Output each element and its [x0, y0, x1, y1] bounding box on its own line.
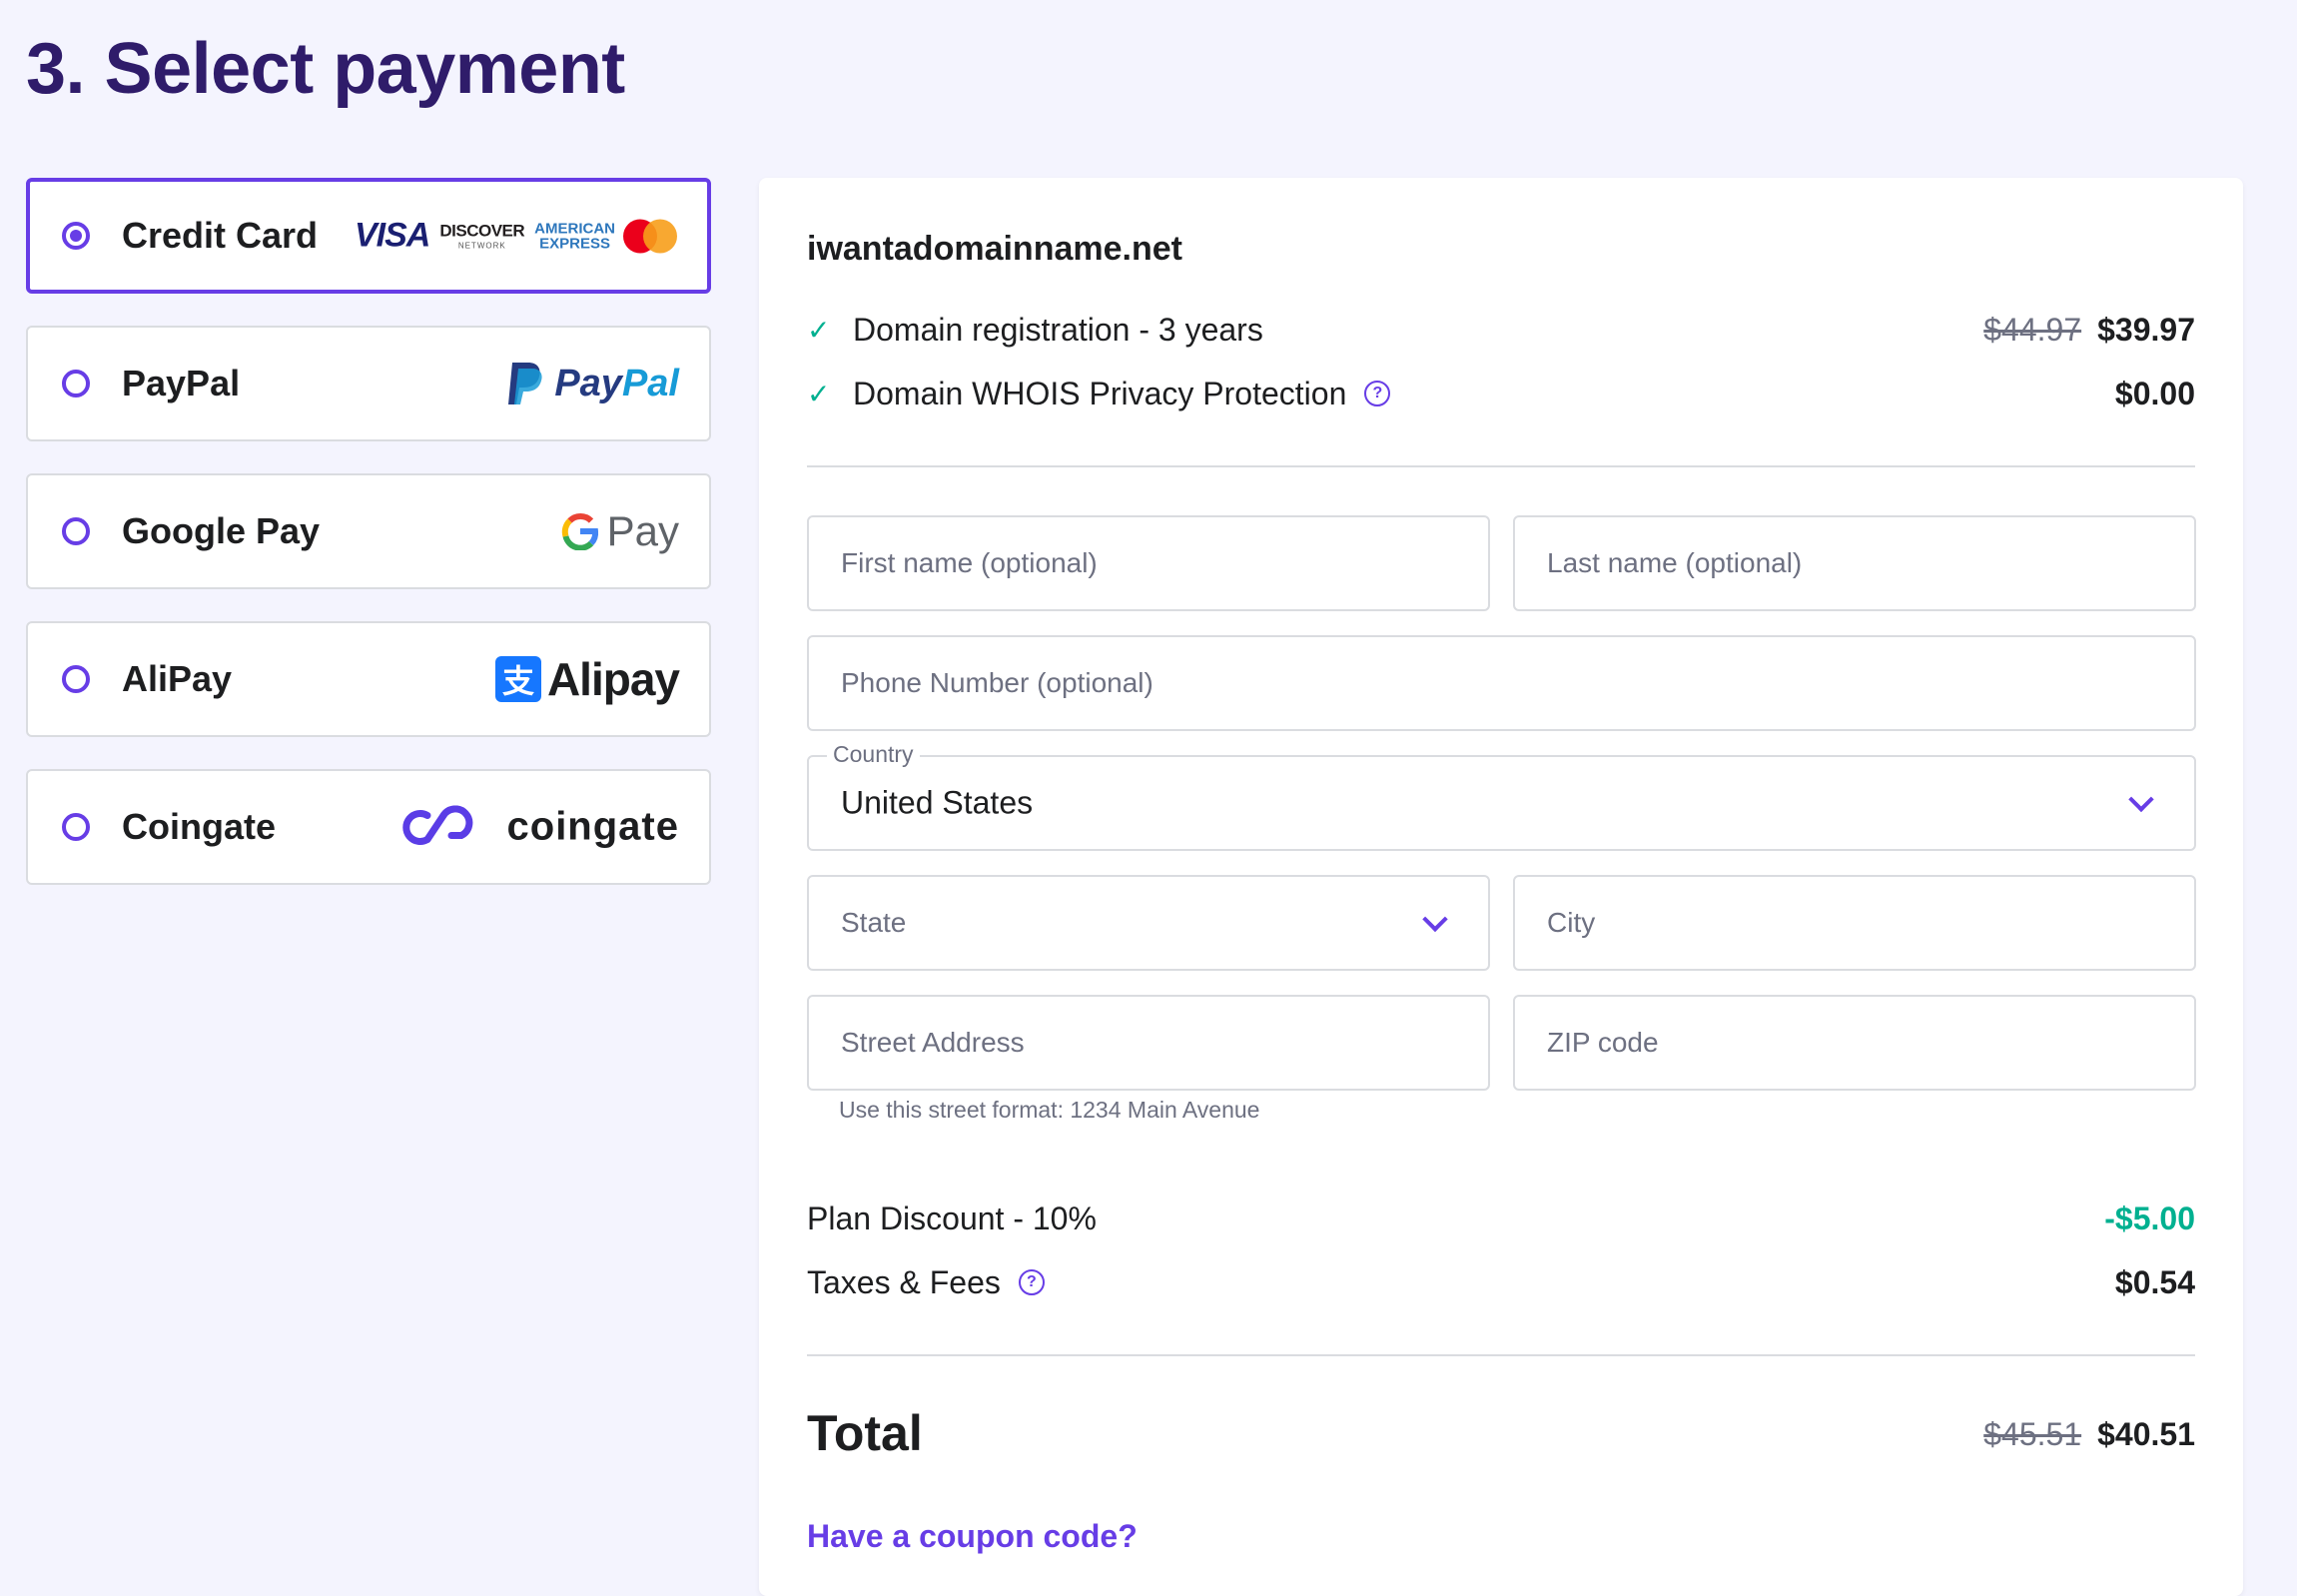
chevron-down-icon[interactable] — [2128, 786, 2154, 813]
line-item-domain-registration: ✓ Domain registration - 3 years $44.97 $… — [807, 305, 2195, 355]
card-logos: VISA DISCOVER NETWORK AMERICAN EXPRESS — [355, 217, 677, 256]
radio-unselected[interactable] — [62, 370, 90, 398]
google-g-icon — [561, 513, 598, 550]
total-prices: $45.51 $40.51 — [1983, 1416, 2195, 1453]
discount-label: Plan Discount - 10% — [807, 1199, 1097, 1236]
line-item-label: Domain WHOIS Privacy Protection — [853, 375, 1347, 411]
payment-method-alipay[interactable]: AliPay 支 Alipay — [26, 621, 711, 737]
total-price: $40.51 — [2097, 1416, 2195, 1452]
payment-method-list: Credit Card VISA DISCOVER NETWORK AMERIC… — [26, 178, 711, 917]
radio-unselected[interactable] — [62, 665, 90, 693]
last-name-field[interactable] — [1513, 515, 2196, 611]
city-input[interactable] — [1515, 877, 2194, 969]
divider — [807, 465, 2195, 467]
visa-logo: VISA — [355, 216, 430, 255]
line-item-whois-privacy: ✓ Domain WHOIS Privacy Protection ? $0.0… — [807, 369, 2195, 418]
page-title: 3. Select payment — [26, 29, 625, 109]
price: $39.97 — [2097, 311, 2195, 348]
check-icon: ✓ — [807, 314, 831, 346]
street-address-field[interactable] — [807, 995, 1490, 1091]
alipay-logo: 支 Alipay — [494, 652, 680, 706]
country-select[interactable]: Country United States — [807, 741, 2196, 851]
paypal-logo: PayPal — [506, 361, 679, 406]
plan-discount-row: Plan Discount - 10% -$5.00 — [807, 1194, 2195, 1243]
payment-method-google-pay[interactable]: Google Pay Pay — [26, 473, 711, 589]
google-pay-logo: Pay — [561, 507, 679, 555]
state-placeholder: State — [841, 907, 907, 938]
zip-code-input[interactable] — [1515, 997, 2194, 1089]
divider — [807, 1354, 2195, 1356]
payment-method-label: Google Pay — [122, 510, 321, 551]
phone-field[interactable] — [807, 635, 2196, 731]
payment-method-credit-card[interactable]: Credit Card VISA DISCOVER NETWORK AMERIC… — [26, 178, 711, 294]
payment-method-label: PayPal — [122, 363, 241, 403]
street-address-input[interactable] — [809, 997, 1488, 1089]
mastercard-logo — [623, 219, 677, 253]
help-circle-icon[interactable]: ? — [1018, 1269, 1045, 1295]
zip-code-field[interactable] — [1513, 995, 2196, 1091]
total-label: Total — [807, 1405, 923, 1461]
radio-unselected[interactable] — [62, 517, 90, 545]
discover-logo: DISCOVER NETWORK — [439, 221, 525, 251]
street-format-hint: Use this street format: 1234 Main Avenue — [839, 1097, 1260, 1123]
help-circle-icon[interactable]: ? — [1364, 381, 1391, 406]
last-name-input[interactable] — [1515, 517, 2194, 609]
payment-method-coingate[interactable]: Coingate coingate — [26, 769, 711, 885]
taxes-fees-row: Taxes & Fees ? $0.54 — [807, 1257, 2195, 1307]
payment-method-label: Credit Card — [122, 215, 319, 256]
domain-name: iwantadomainname.net — [807, 230, 1182, 268]
old-price: $44.97 — [1983, 311, 2082, 348]
radio-selected[interactable] — [62, 222, 90, 250]
taxes-label: Taxes & Fees — [807, 1263, 1001, 1300]
payment-method-label: Coingate — [122, 806, 277, 847]
check-icon: ✓ — [807, 378, 831, 409]
discount-price: -$5.00 — [2104, 1199, 2195, 1236]
coupon-code-link[interactable]: Have a coupon code? — [807, 1518, 1138, 1555]
order-summary-panel: iwantadomainname.net ✓ Domain registrati… — [759, 178, 2243, 1596]
taxes-price: $0.54 — [2114, 1263, 2195, 1300]
alipay-icon: 支 — [494, 656, 541, 702]
coingate-logo: coingate — [397, 805, 679, 850]
paypal-icon — [508, 363, 542, 404]
amex-logo: AMERICAN EXPRESS — [534, 220, 615, 252]
phone-input[interactable] — [809, 637, 2194, 729]
city-field[interactable] — [1513, 875, 2196, 971]
country-value: United States — [841, 784, 1034, 821]
coingate-icon — [401, 805, 472, 845]
price: $0.00 — [2114, 375, 2195, 411]
line-item-label: Domain registration - 3 years — [853, 311, 1263, 348]
total-old-price: $45.51 — [1983, 1416, 2082, 1452]
first-name-field[interactable] — [807, 515, 1490, 611]
state-select[interactable]: State — [807, 875, 1490, 971]
chevron-down-icon[interactable] — [1422, 906, 1448, 933]
payment-method-paypal[interactable]: PayPal PayPal — [26, 326, 711, 441]
payment-method-label: AliPay — [122, 658, 233, 699]
radio-unselected[interactable] — [62, 813, 90, 841]
first-name-input[interactable] — [809, 517, 1488, 609]
country-label: Country — [827, 741, 920, 768]
